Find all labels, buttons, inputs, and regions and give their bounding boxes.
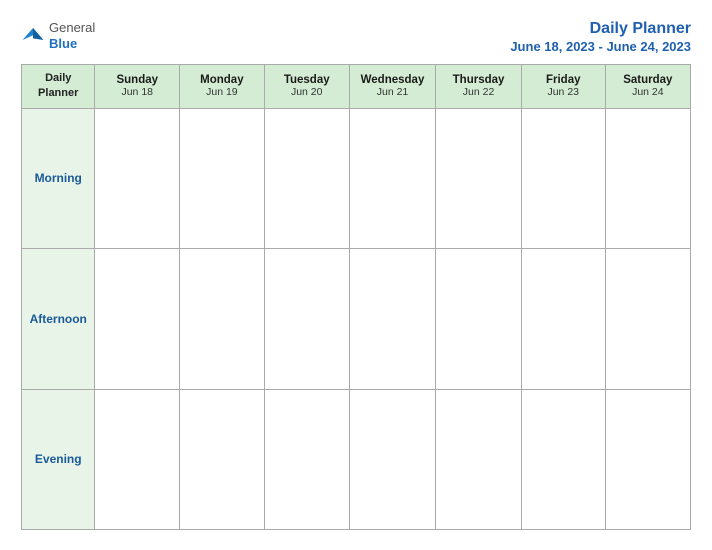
day-name-sunday: Sunday [99,74,175,86]
day-date-wednesday: Jun 21 [354,86,432,98]
header-row: Daily Planner Sunday Jun 18 Monday Jun 1… [22,65,691,109]
header-monday: Monday Jun 19 [180,65,265,109]
morning-row: Morning [22,108,691,248]
evening-wednesday-cell[interactable] [349,389,436,529]
day-name-monday: Monday [184,74,260,86]
logo-text: General Blue [49,20,95,51]
header-saturday: Saturday Jun 24 [605,65,690,109]
evening-tuesday-cell[interactable] [264,389,349,529]
day-date-sunday: Jun 18 [99,86,175,98]
evening-row: Evening [22,389,691,529]
afternoon-sunday-cell[interactable] [95,249,180,389]
afternoon-monday-cell[interactable] [180,249,265,389]
morning-monday-cell[interactable] [180,108,265,248]
page: General Blue Daily Planner June 18, 2023… [11,10,701,540]
logo-area: General Blue [21,20,95,51]
logo-blue: Blue [49,36,95,52]
day-name-friday: Friday [526,74,601,86]
morning-wednesday-cell[interactable] [349,108,436,248]
afternoon-thursday-cell[interactable] [436,249,521,389]
top-header: General Blue Daily Planner June 18, 2023… [21,20,691,56]
header-tuesday: Tuesday Jun 20 [264,65,349,109]
afternoon-label: Afternoon [22,249,95,389]
day-name-saturday: Saturday [610,74,686,86]
evening-monday-cell[interactable] [180,389,265,529]
header-friday: Friday Jun 23 [521,65,605,109]
afternoon-friday-cell[interactable] [521,249,605,389]
general-blue-bird-icon [21,24,45,48]
evening-friday-cell[interactable] [521,389,605,529]
afternoon-row: Afternoon [22,249,691,389]
header-wednesday: Wednesday Jun 21 [349,65,436,109]
title-area: Daily Planner June 18, 2023 - June 24, 2… [510,20,691,56]
day-name-thursday: Thursday [440,74,516,86]
evening-saturday-cell[interactable] [605,389,690,529]
day-date-saturday: Jun 24 [610,86,686,98]
afternoon-wednesday-cell[interactable] [349,249,436,389]
header-daily-planner: Daily Planner [22,65,95,109]
morning-sunday-cell[interactable] [95,108,180,248]
header-label-text: Daily Planner [38,72,78,99]
header-sunday: Sunday Jun 18 [95,65,180,109]
afternoon-tuesday-cell[interactable] [264,249,349,389]
date-range: June 18, 2023 - June 24, 2023 [510,39,691,54]
morning-saturday-cell[interactable] [605,108,690,248]
header-thursday: Thursday Jun 22 [436,65,521,109]
evening-sunday-cell[interactable] [95,389,180,529]
day-name-tuesday: Tuesday [269,74,345,86]
morning-friday-cell[interactable] [521,108,605,248]
afternoon-saturday-cell[interactable] [605,249,690,389]
morning-label: Morning [22,108,95,248]
morning-thursday-cell[interactable] [436,108,521,248]
day-date-monday: Jun 19 [184,86,260,98]
day-date-tuesday: Jun 20 [269,86,345,98]
day-name-wednesday: Wednesday [354,74,432,86]
logo-general: General [49,20,95,36]
morning-tuesday-cell[interactable] [264,108,349,248]
evening-thursday-cell[interactable] [436,389,521,529]
evening-label: Evening [22,389,95,529]
calendar-table: Daily Planner Sunday Jun 18 Monday Jun 1… [21,64,691,530]
day-date-friday: Jun 23 [526,86,601,98]
day-date-thursday: Jun 22 [440,86,516,98]
main-title: Daily Planner [590,20,691,37]
